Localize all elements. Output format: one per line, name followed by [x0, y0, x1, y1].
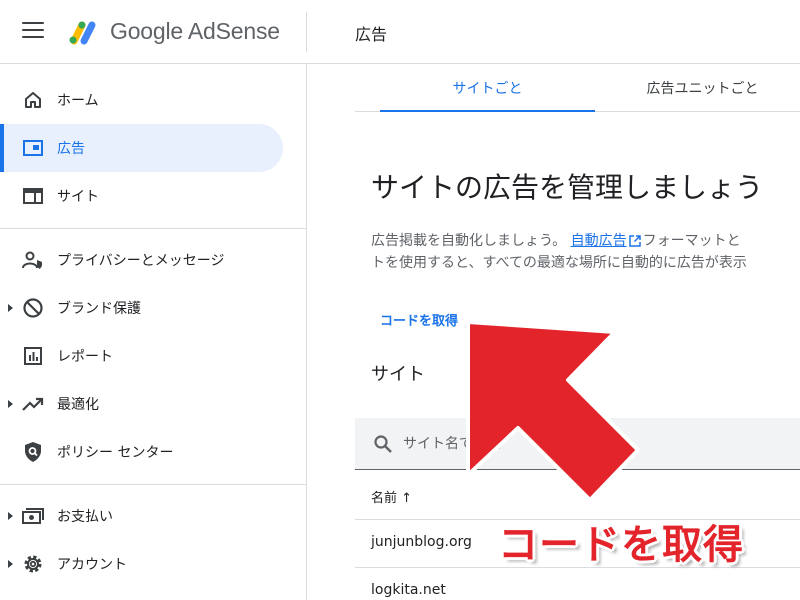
sidebar-item-privacy[interactable]: プライバシーとメッセージ: [0, 236, 283, 284]
trending-up-icon: [22, 393, 44, 415]
privacy-icon: [22, 249, 44, 271]
sidebar-item-label: アカウント: [57, 557, 127, 573]
sidebar-item-home[interactable]: ホーム: [0, 76, 283, 124]
description-text: 広告掲載を自動化しましょう。 自動広告 フォーマットと トを使用すると、すべての最…: [371, 230, 800, 274]
sidebar-item-label: 広告: [57, 141, 85, 157]
payments-icon: [22, 505, 44, 527]
top-app-bar: Google AdSense 広告: [0, 0, 800, 64]
sidebar-item-reports[interactable]: レポート: [0, 332, 283, 380]
desc-text-pre: 広告掲載を自動化しましょう。: [371, 233, 567, 249]
site-name-cell: logkita.net: [371, 582, 446, 598]
desc-text-post: フォーマットと: [642, 233, 741, 249]
tab-by-ad-unit[interactable]: 広告ユニットごと: [595, 64, 800, 112]
hamburger-menu-icon[interactable]: [22, 22, 44, 42]
get-code-button[interactable]: コードを取得: [372, 306, 466, 333]
page-title: 広告: [355, 25, 388, 44]
column-header-name[interactable]: 名前 ↑: [371, 487, 412, 506]
site-search-box: [355, 418, 800, 470]
active-indicator: [0, 124, 4, 172]
tab-indicator: [380, 110, 595, 112]
expand-caret-icon[interactable]: [8, 304, 13, 312]
external-link-icon: [628, 235, 641, 247]
annotation-callout-text: コードを取得: [498, 522, 744, 568]
sidebar-item-account[interactable]: アカウント: [0, 540, 283, 588]
sidebar-divider: [0, 228, 306, 229]
sidebar-item-label: ブランド保護: [57, 301, 141, 317]
sidebar-item-label: レポート: [57, 349, 113, 365]
tab-bar: サイトごと 広告ユニットごと: [355, 64, 800, 112]
sidebar-item-label: ホーム: [57, 93, 99, 109]
top-divider: [306, 12, 307, 52]
auto-ads-link[interactable]: 自動広告: [571, 233, 627, 249]
sidebar-item-ads[interactable]: 広告: [0, 124, 283, 172]
brand-name: Google AdSense: [110, 18, 280, 44]
sidebar-item-label: 最適化: [57, 397, 99, 413]
sidebar-item-label: プライバシーとメッセージ: [57, 253, 225, 269]
tab-by-site[interactable]: サイトごと: [380, 64, 595, 112]
block-icon: [22, 297, 44, 319]
desc-text-line2: トを使用すると、すべての最適な場所に自動的に広告が表示: [371, 255, 747, 271]
expand-caret-icon[interactable]: [8, 400, 13, 408]
sidebar-item-sites[interactable]: サイト: [0, 172, 283, 220]
sidebar-item-label: サイト: [57, 189, 99, 205]
table-row[interactable]: logkita.net: [355, 568, 800, 600]
search-icon: [374, 435, 392, 453]
sidebar-item-payments[interactable]: お支払い: [0, 492, 283, 540]
sites-icon: [22, 185, 44, 207]
ads-icon: [22, 137, 44, 159]
sidebar-item-label: お支払い: [57, 509, 113, 525]
sidebar-item-brand-protection[interactable]: ブランド保護: [0, 284, 283, 332]
site-name-cell: junjunblog.org: [371, 534, 472, 550]
reports-icon: [22, 345, 44, 367]
sidebar-item-policy-center[interactable]: ポリシー センター: [0, 428, 283, 476]
main-heading: サイトの広告を管理しましょう: [371, 171, 764, 204]
sidebar: ホーム 広告 サイト プライバシーとメッセージ ブランド保護 レポート 最適化 …: [0, 64, 307, 600]
expand-caret-icon[interactable]: [8, 512, 13, 520]
sidebar-item-optimization[interactable]: 最適化: [0, 380, 283, 428]
expand-caret-icon[interactable]: [8, 560, 13, 568]
home-icon: [22, 89, 44, 111]
sidebar-divider: [0, 484, 306, 485]
site-search-input[interactable]: [403, 432, 783, 456]
policy-icon: [22, 441, 44, 463]
adsense-logo-icon: [69, 21, 96, 45]
sidebar-item-label: ポリシー センター: [57, 445, 174, 461]
sites-section-title: サイト: [371, 364, 425, 385]
gear-icon: [22, 553, 44, 575]
